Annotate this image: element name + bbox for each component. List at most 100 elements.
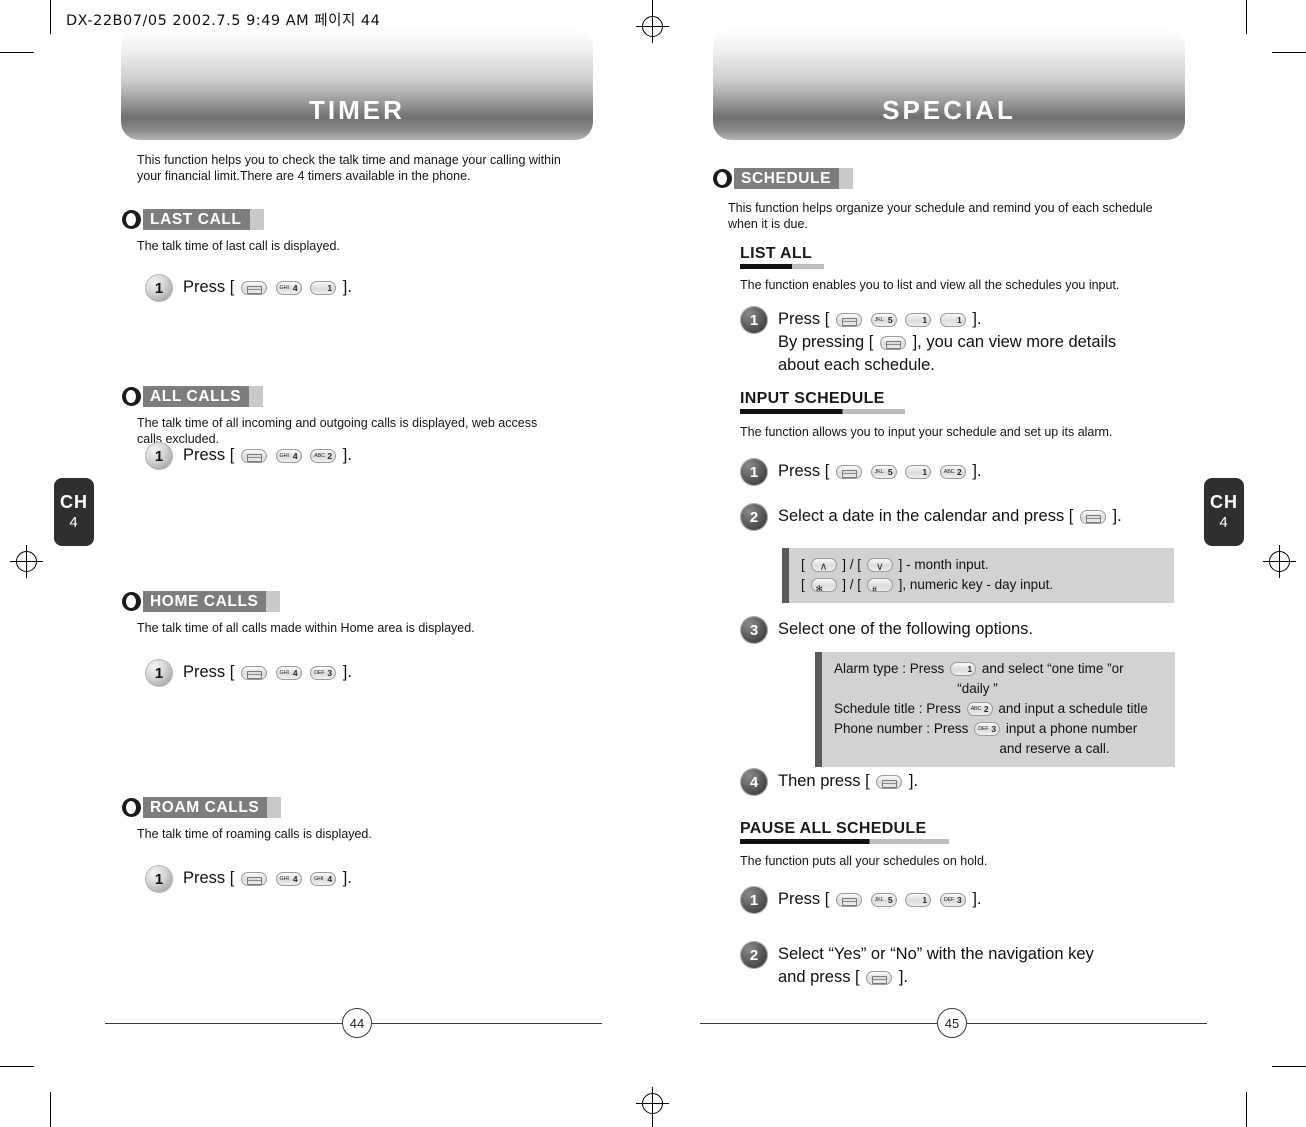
note-schedule-title-tail: and input a schedule title <box>998 701 1148 716</box>
note-alarm-type-line-2: “daily ” <box>957 681 998 696</box>
pause-all-step-2: 2 Select “Yes” or “No” with the navigati… <box>740 941 1193 989</box>
step-line-1-tail: ]. <box>972 310 982 328</box>
footer-rule-right <box>372 1023 602 1024</box>
section-tag-last-call: LAST CALL <box>122 209 264 230</box>
footer-rule-right <box>967 1023 1207 1024</box>
crop-mark-bottom-right-h <box>1272 1066 1306 1067</box>
list-all-step-1: 1 Press [ JKL 5 1 1 ]. By pressing [ ], y… <box>740 306 1116 377</box>
gutter-line-top <box>652 0 653 10</box>
subheading-pause-all-schedule: PAUSE ALL SCHEDULE <box>740 820 949 844</box>
key-4ghi-icon: GHI 4 <box>275 280 302 295</box>
note-alarm-type-lead: Alarm type : Press <box>834 661 945 676</box>
section-tag-home-calls: HOME CALLS <box>122 591 281 612</box>
key-send-icon <box>240 280 267 295</box>
step-text: Press [ JKL 5 1 DEF 3 ]. <box>778 886 982 911</box>
note-line-1-mid: ] / [ <box>842 557 862 572</box>
key-3def-icon: DEF 3 <box>939 892 966 907</box>
step-number: 1 <box>145 274 173 302</box>
key-star-icon <box>810 578 837 593</box>
step-text-tail: ]. <box>342 278 352 296</box>
step-text-lead: Press [ <box>778 890 830 908</box>
key-send-icon <box>240 871 267 886</box>
note-line-1-pre: [ <box>801 557 805 572</box>
tag-tail <box>267 797 282 818</box>
note-schedule-options: Alarm type : Press 1 and select “one tim… <box>815 652 1175 767</box>
step-number: 2 <box>740 941 768 969</box>
step-text: Select a date in the calendar and press … <box>778 503 1122 528</box>
note-line-2-pre: [ <box>801 577 805 592</box>
crop-mark-top-right-h <box>1272 52 1306 53</box>
registration-mark-right <box>1263 545 1296 578</box>
bullet-icon <box>122 387 141 406</box>
key-2abc-icon: ABC 2 <box>966 702 993 717</box>
registration-mark-left <box>10 545 43 578</box>
input-schedule-step-2: 2 Select a date in the calendar and pres… <box>740 503 1122 531</box>
key-nav-up-icon <box>810 558 837 573</box>
step-line-1: Select “Yes” or “No” with the navigation… <box>778 945 1094 963</box>
key-send-icon <box>835 312 862 327</box>
note-schedule-title-line: Schedule title : Press ABC 2 and input a … <box>834 699 1165 719</box>
note-schedule-title-lead: Schedule title : Press <box>834 701 961 716</box>
pause-all-desc: The function puts all your schedules on … <box>740 854 988 868</box>
key-send-icon <box>866 970 893 985</box>
key-send-icon <box>835 892 862 907</box>
note-phone-number-tail: input a phone number <box>1005 721 1138 736</box>
note-phone-number-line-2: and reserve a call. <box>999 741 1110 756</box>
footer-rule-left <box>700 1023 937 1024</box>
key-4ghi-icon-2: GHI 4 <box>310 871 337 886</box>
section-tag-all-calls: ALL CALLS <box>122 386 264 407</box>
key-nav-down-icon <box>866 558 893 573</box>
step-text-lead: Press [ <box>183 869 235 887</box>
step-text-tail: ]. <box>1112 507 1122 525</box>
crop-mark-top-left-h <box>0 52 34 53</box>
step-text-tail: ]. <box>342 663 352 681</box>
section-tag-roam-calls: ROAM CALLS <box>122 797 282 818</box>
roam-calls-desc: The talk time of roaming calls is displa… <box>137 827 372 841</box>
key-send-icon <box>835 464 862 479</box>
subheading-list-all: LIST ALL <box>740 245 824 269</box>
step-line-2: By pressing [ ], you can view more detai… <box>778 333 1116 351</box>
list-all-desc: The function enables you to list and vie… <box>740 278 1120 292</box>
step-number: 1 <box>740 886 768 914</box>
tag-tail <box>249 209 264 230</box>
page-title: TIMER <box>309 95 405 125</box>
key-3def-icon: DEF 3 <box>974 722 1001 737</box>
schedule-intro-text: This function helps organize your schedu… <box>728 201 1153 231</box>
step-text: Press [ GHI 4 ABC 2 ]. <box>183 442 352 467</box>
page-number-text: 45 <box>944 1015 960 1031</box>
section-tag-label: SCHEDULE <box>734 168 840 189</box>
step-line-2-lead: and press [ <box>778 968 860 986</box>
step-text: Press [ GHI 4 GHI 4 ]. <box>183 865 352 890</box>
step-text-tail: ]. <box>342 446 352 464</box>
bullet-icon <box>122 798 141 817</box>
step-text-lead: Press [ <box>183 278 235 296</box>
key-send-icon <box>1079 509 1106 524</box>
input-schedule-desc: The function allows you to input your sc… <box>740 425 1113 439</box>
roam-calls-step-1: 1 Press [ GHI 4 GHI 4 ]. <box>145 865 352 893</box>
step-text: Press [ GHI 4 1 ]. <box>183 274 352 299</box>
step-text-lead: Then press [ <box>778 772 870 790</box>
tag-tail <box>249 386 264 407</box>
tag-tail <box>266 591 281 612</box>
key-pound-icon <box>866 578 893 593</box>
key-5jkl-icon: JKL 5 <box>870 464 897 479</box>
step-text-tail: ]. <box>972 462 982 480</box>
key-1-icon: 1 <box>905 892 932 907</box>
key-5jkl-icon: JKL 5 <box>870 312 897 327</box>
section-tag-schedule: SCHEDULE <box>713 168 854 189</box>
note-line-2: [ ] / [ ], numeric key - day input. <box>801 575 1164 595</box>
page-title-banner-timer: TIMER <box>121 28 593 140</box>
chapter-tab-label: CH <box>60 491 88 512</box>
page-title-banner-special: SPECIAL <box>713 28 1185 140</box>
step-text-tail: ]. <box>908 772 919 790</box>
step-line-3: about each schedule. <box>778 356 935 374</box>
note-phone-number-lead: Phone number : Press <box>834 721 969 736</box>
page-number-right: 45 <box>937 1008 967 1038</box>
last-call-desc: The talk time of last call is displayed. <box>137 239 340 253</box>
step-text: Press [ GHI 4 DEF 3 ]. <box>183 659 352 684</box>
key-4ghi-icon: GHI 4 <box>275 665 302 680</box>
subheading-input-schedule: INPUT SCHEDULE <box>740 390 905 414</box>
key-1-icon: 1 <box>310 280 337 295</box>
key-1-icon: 1 <box>950 662 977 677</box>
key-send-icon <box>876 774 903 789</box>
